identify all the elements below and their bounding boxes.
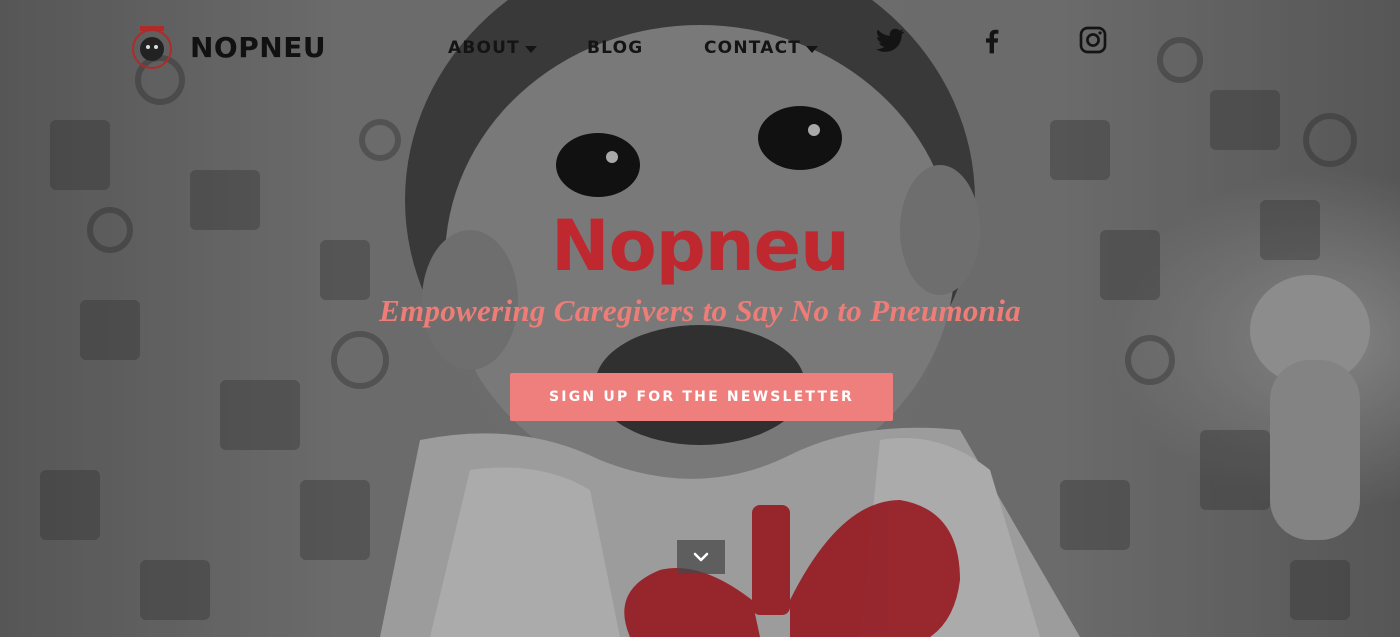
nav-blog[interactable]: BLOG: [587, 38, 643, 58]
hero-subtitle: Empowering Caregivers to Say No to Pneum…: [379, 293, 1021, 328]
caret-down-icon: [524, 45, 537, 53]
facebook-icon[interactable]: [976, 24, 1008, 56]
caret-down-icon: [806, 45, 819, 53]
brand-link[interactable]: NOPNEU: [128, 24, 326, 70]
hero-section: NOPNEU ABOUT BLOG CONTACT Nopneu Empower…: [0, 0, 1400, 637]
instagram-icon[interactable]: [1077, 24, 1109, 56]
scroll-down-button[interactable]: [677, 540, 725, 574]
hero-title: Nopneu: [551, 205, 850, 287]
newsletter-signup-button[interactable]: SIGN UP FOR THE NEWSLETTER: [510, 373, 893, 421]
nav-blog-label: BLOG: [587, 38, 644, 58]
nav-contact[interactable]: CONTACT: [704, 38, 819, 58]
hero-copy: Nopneu Empowering Caregivers to Say No t…: [0, 205, 1400, 329]
nav-about[interactable]: ABOUT: [448, 38, 537, 58]
baby-face-logo-icon: [132, 26, 172, 69]
nav-contact-label: CONTACT: [704, 38, 802, 58]
brand-name: NOPNEU: [190, 30, 327, 64]
chevron-down-icon: [693, 552, 709, 562]
twitter-icon[interactable]: [874, 24, 906, 56]
top-navbar: NOPNEU ABOUT BLOG CONTACT: [0, 0, 1400, 92]
nav-about-label: ABOUT: [448, 38, 520, 58]
